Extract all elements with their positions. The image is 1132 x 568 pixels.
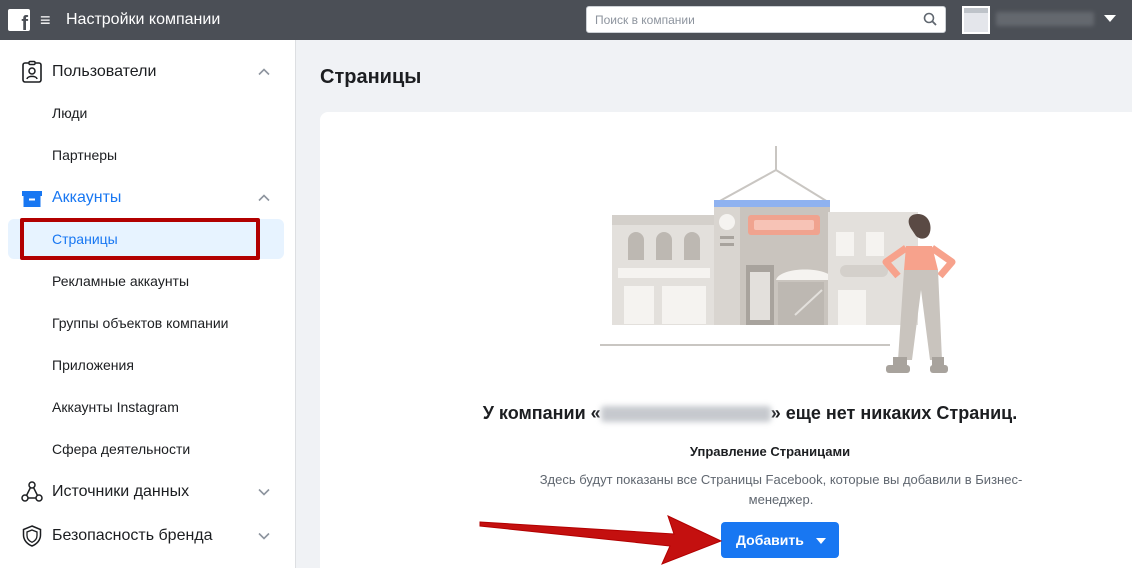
sidebar-item-pages[interactable]: Страницы	[8, 219, 284, 259]
storefront-illustration	[600, 146, 956, 373]
business-name-redacted[interactable]	[996, 12, 1094, 26]
chevron-up-icon[interactable]	[257, 191, 271, 205]
app-title: Настройки компании	[66, 11, 221, 28]
sidebar-item-instagram-accounts[interactable]: Аккаунты Instagram	[8, 387, 284, 427]
sidebar-section-label: Пользователи	[52, 63, 157, 80]
chevron-up-icon[interactable]	[257, 65, 271, 79]
annotation-arrow-icon	[479, 515, 723, 565]
sidebar-item-people[interactable]: Люди	[8, 93, 284, 133]
business-avatar[interactable]	[962, 6, 990, 34]
sidebar-item-label: Партнеры	[52, 147, 118, 163]
chevron-down-icon[interactable]	[257, 485, 271, 499]
sidebar-section-data-sources[interactable]: Источники данных	[0, 475, 296, 509]
sidebar-item-label: Рекламные аккаунты	[52, 273, 190, 289]
empty-title-prefix: У компании «	[482, 403, 601, 423]
sidebar-item-apps[interactable]: Приложения	[8, 345, 284, 385]
sidebar: Пользователи Люди Партнеры Аккаунты Стра…	[0, 40, 296, 568]
sidebar-section-label: Источники данных	[52, 483, 190, 500]
add-button[interactable]: Добавить	[721, 522, 839, 558]
sidebar-section-label: Аккаунты	[52, 189, 122, 206]
sidebar-item-label: Сфера деятельности	[52, 441, 191, 457]
sidebar-item-label: Аккаунты Instagram	[52, 399, 179, 415]
empty-state-subheading: Управление Страницами	[689, 444, 851, 459]
menu-icon[interactable]: ≡	[40, 10, 51, 30]
page-title: Страницы	[320, 66, 422, 88]
facebook-logo-icon[interactable]: f	[8, 9, 30, 34]
sidebar-section-users[interactable]: Пользователи	[0, 55, 296, 89]
add-button-label: Добавить	[736, 532, 804, 548]
sidebar-item-label: Страницы	[52, 231, 118, 247]
search-box[interactable]	[586, 6, 946, 33]
chevron-down-icon[interactable]	[257, 529, 271, 543]
briefcase-icon	[22, 191, 42, 207]
search-icon[interactable]	[923, 12, 937, 26]
sidebar-section-brand-safety[interactable]: Безопасность бренда	[0, 519, 296, 553]
shield-icon	[22, 525, 42, 547]
sidebar-item-partners[interactable]: Партнеры	[8, 135, 284, 175]
sidebar-item-business-asset-groups[interactable]: Группы объектов компании	[8, 303, 284, 343]
sidebar-item-label: Люди	[52, 105, 88, 121]
empty-state-description: Здесь будут показаны все Страницы Facebo…	[539, 472, 1023, 507]
empty-title-suffix: » еще нет никаких Страниц.	[770, 403, 1018, 423]
sidebar-section-label: Безопасность бренда	[52, 527, 213, 544]
business-name-redacted	[600, 406, 771, 423]
data-sources-icon	[21, 481, 43, 502]
top-bar: f ≡ Настройки компании	[0, 0, 1132, 40]
sidebar-item-ad-accounts[interactable]: Рекламные аккаунты	[8, 261, 284, 301]
sidebar-item-label: Группы объектов компании	[52, 315, 229, 331]
empty-state-title: У компании « » еще нет никаких Страниц.	[320, 403, 1132, 424]
account-dropdown-icon[interactable]	[1104, 15, 1116, 22]
search-input[interactable]	[587, 7, 907, 32]
chevron-down-icon	[816, 538, 826, 544]
sidebar-item-label: Приложения	[52, 357, 134, 373]
user-badge-icon	[22, 60, 42, 83]
sidebar-section-accounts[interactable]: Аккаунты	[0, 181, 296, 215]
sidebar-item-lines-of-business[interactable]: Сфера деятельности	[8, 429, 284, 469]
